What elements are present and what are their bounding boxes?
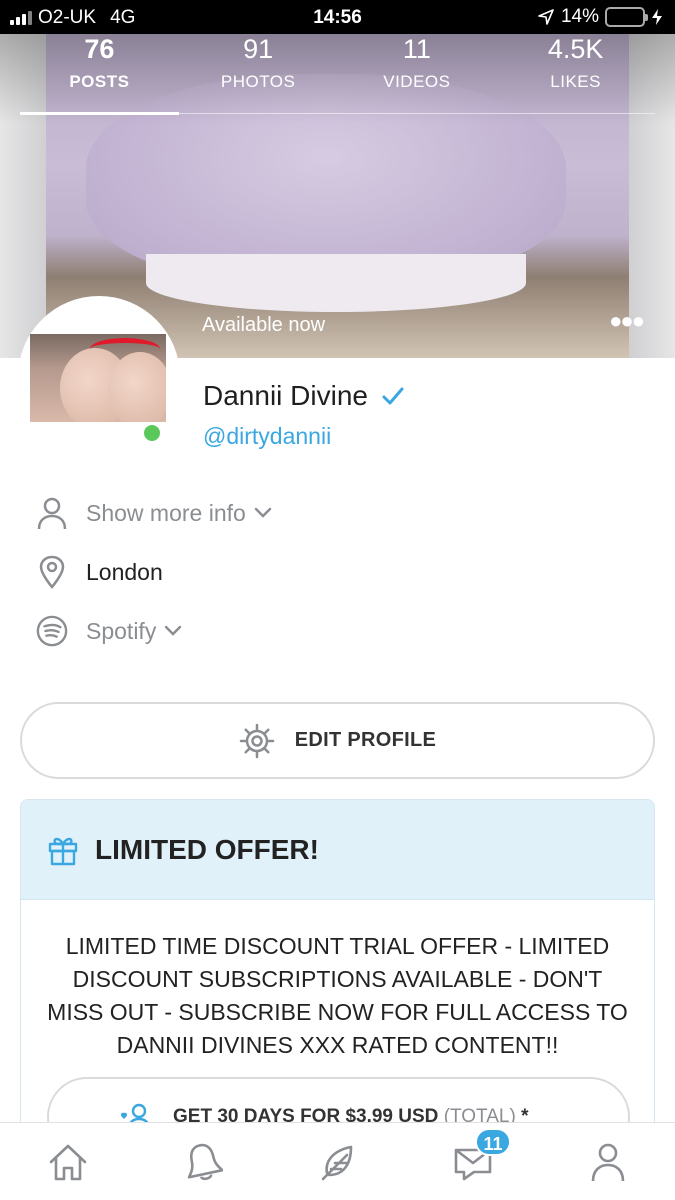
bottom-navigation: 11 xyxy=(0,1122,675,1200)
location-label: London xyxy=(86,558,163,585)
chevron-down-icon xyxy=(254,507,272,518)
offer-title: LIMITED OFFER! xyxy=(95,833,319,865)
posts-label: POSTS xyxy=(69,72,130,91)
nav-messages[interactable]: 11 xyxy=(443,1127,511,1192)
more-dots-icon[interactable]: ●●● xyxy=(609,308,645,334)
status-bar: O2-UK 4G 14:56 14% xyxy=(0,0,675,34)
offer-header: LIMITED OFFER! xyxy=(21,800,654,900)
location-pin-icon xyxy=(36,555,68,589)
tab-likes[interactable]: 4.5K LIKES xyxy=(496,34,655,113)
tab-posts[interactable]: 76 POSTS xyxy=(20,34,179,115)
chevron-down-icon xyxy=(165,625,182,636)
edit-profile-label: EDIT PROFILE xyxy=(294,729,437,751)
show-more-info-label: Show more info xyxy=(86,499,246,526)
edit-profile-button[interactable]: EDIT PROFILE xyxy=(20,702,655,779)
avatar[interactable] xyxy=(30,334,166,422)
profile-handle[interactable]: @dirtydannii xyxy=(203,423,331,450)
nav-home[interactable] xyxy=(38,1132,98,1192)
online-indicator xyxy=(141,422,163,444)
profile-name: Dannii Divine xyxy=(203,380,368,411)
gift-icon xyxy=(48,837,78,865)
photos-label: PHOTOS xyxy=(220,72,296,91)
likes-count: 4.5K xyxy=(547,34,604,64)
videos-label: VIDEOS xyxy=(383,72,451,91)
person-icon xyxy=(36,497,68,530)
show-more-info-row[interactable]: Show more info xyxy=(36,497,272,530)
location-arrow-icon xyxy=(538,9,554,25)
feather-icon xyxy=(321,1145,352,1180)
profile-stats-tabs: 76 POSTS 91 PHOTOS 11 VIDEOS 4.5K LIKES xyxy=(20,34,655,115)
battery-percent: 14% xyxy=(560,6,599,27)
nav-notifications[interactable] xyxy=(173,1132,233,1192)
home-icon xyxy=(49,1144,86,1180)
videos-count: 11 xyxy=(402,34,431,64)
location-row: London xyxy=(36,555,163,589)
bell-icon xyxy=(187,1143,223,1180)
posts-count: 76 xyxy=(84,34,115,64)
availability-status: Available now xyxy=(202,314,326,336)
profile-icon xyxy=(591,1143,624,1181)
nav-new-post[interactable] xyxy=(308,1132,368,1192)
spotify-icon xyxy=(36,615,68,647)
messages-badge: 11 xyxy=(475,1127,511,1156)
spotify-label: Spotify xyxy=(86,617,157,644)
likes-label: LIKES xyxy=(550,72,601,91)
battery-icon xyxy=(605,7,648,27)
verified-check-icon xyxy=(382,387,404,405)
gear-icon xyxy=(239,723,275,758)
nav-profile[interactable] xyxy=(578,1132,638,1192)
spotify-row[interactable]: Spotify xyxy=(36,615,182,647)
offer-description: LIMITED TIME DISCOUNT TRIAL OFFER - LIMI… xyxy=(47,933,628,1058)
photos-count: 91 xyxy=(243,34,274,64)
tab-photos[interactable]: 91 PHOTOS xyxy=(179,34,338,113)
tab-videos[interactable]: 11 VIDEOS xyxy=(338,34,497,113)
charging-icon xyxy=(652,9,662,25)
limited-offer-card: LIMITED OFFER! LIMITED TIME DISCOUNT TRI… xyxy=(20,799,655,1159)
